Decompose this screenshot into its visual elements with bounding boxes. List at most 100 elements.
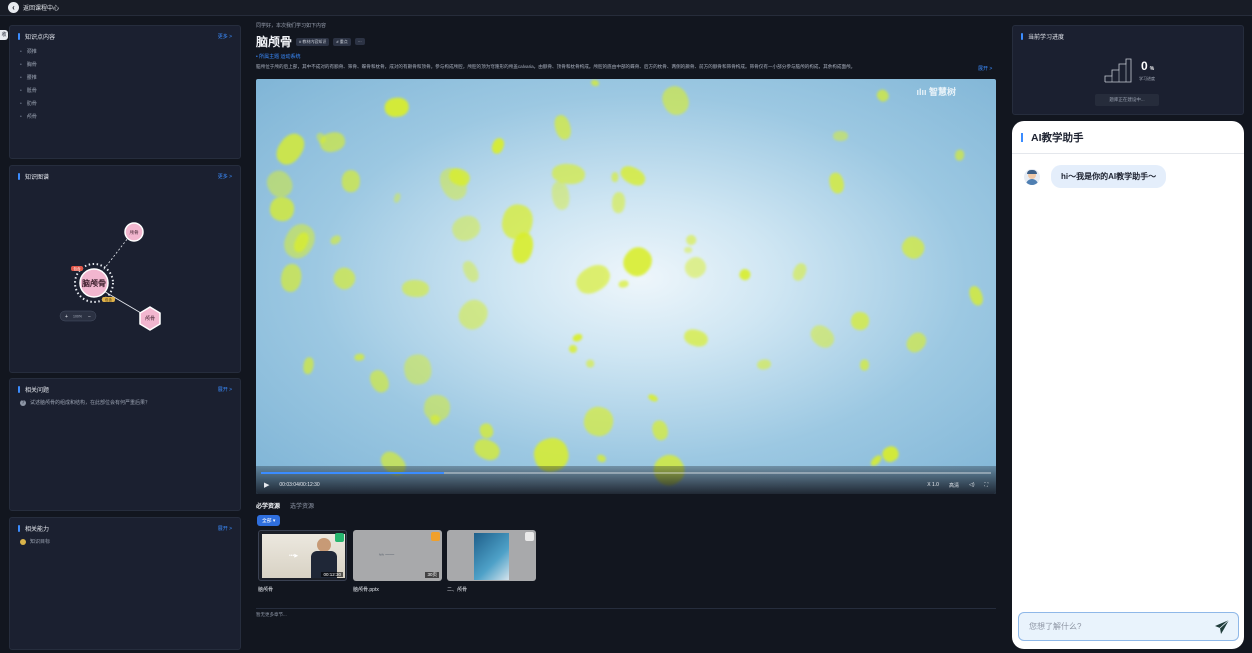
background-petal	[271, 128, 310, 170]
background-petal	[392, 191, 402, 204]
background-petal	[329, 233, 343, 247]
ability-text[interactable]: 知识目标	[30, 538, 50, 545]
background-petal	[682, 327, 710, 349]
background-petal	[341, 169, 361, 192]
more-link[interactable]: 更多 >	[218, 33, 232, 40]
ability-icon	[20, 538, 26, 545]
panel-title: 当前学习进度	[1028, 34, 1065, 41]
course-header: 同学好，本次我们学习如下内容 脑颅骨 # 教材内容知识 # 重点 ··· • 所…	[256, 22, 996, 70]
background-petal	[471, 435, 503, 463]
list-item[interactable]: 肋骨	[20, 98, 230, 111]
zoom-out-icon[interactable]: −	[88, 314, 91, 320]
background-petal	[647, 392, 660, 403]
ppt-type-icon	[431, 532, 440, 541]
background-petal	[618, 280, 629, 289]
resource-card[interactable]: •••▶ 00:12:30 脑颅骨	[258, 530, 347, 593]
background-petal	[617, 241, 657, 282]
list-item[interactable]: 骶骨	[20, 85, 230, 98]
speed-button[interactable]: X 1.0	[927, 482, 939, 488]
knowledge-graph[interactable]: 脑颅骨 颅骨 颅骨 包含 包含 + 100% −	[10, 186, 242, 366]
learning-progress-panel: 当前学习进度 0% 学习进度 题库正在建设中...	[1012, 25, 1244, 115]
background-petal	[589, 79, 600, 88]
related-ability-panel: 相关能力 展开 > 知识目标	[9, 517, 241, 650]
back-to-course-center-link[interactable]: 返回课程中心	[23, 3, 59, 12]
ai-question-input[interactable]	[1029, 622, 1209, 631]
expand-description-link[interactable]: 展开 >	[978, 65, 992, 72]
expand-link[interactable]: 展开 >	[218, 386, 232, 393]
background-petal	[568, 344, 579, 355]
video-player[interactable]: ılıı 智慧树 ▶ 00:03:04/00:12:30 X 1.0 高清 ◁)…	[256, 79, 996, 494]
question-text[interactable]: 试述脑颅骨的组成和结构，在此部位会有何严重后果？	[30, 399, 150, 406]
play-icon[interactable]: ▶	[264, 481, 269, 489]
quality-button[interactable]: 高清	[949, 482, 959, 489]
background-petal	[650, 419, 671, 443]
list-item[interactable]: 胸骨	[20, 59, 230, 72]
ppt-thumbnail: ≈≈ —— 30页	[353, 530, 442, 581]
background-petal	[875, 87, 891, 104]
assistant-avatar	[1024, 168, 1040, 185]
collapse-side-tab[interactable]: 收	[0, 30, 8, 40]
graph-tag-label: 包含	[105, 297, 112, 302]
progress-label: 学习进度	[1139, 76, 1155, 81]
background-petal	[489, 135, 507, 155]
more-tags-button[interactable]: ···	[354, 38, 365, 45]
send-icon[interactable]	[1214, 619, 1230, 635]
background-petal	[684, 233, 699, 248]
video-progress-bar[interactable]	[261, 472, 991, 474]
document-thumbnail	[447, 530, 536, 581]
video-thumbnail: •••▶ 00:12:30	[258, 530, 347, 581]
volume-icon[interactable]: ◁)	[969, 482, 975, 488]
fullscreen-icon[interactable]: ⛶	[984, 482, 988, 488]
list-item[interactable]: 腰椎	[20, 72, 230, 85]
background-petal	[680, 253, 710, 282]
resource-name: 二、颅骨	[447, 587, 468, 593]
list-item[interactable]: 颈椎	[20, 46, 230, 59]
list-item[interactable]: 颅骨	[20, 111, 230, 124]
panel-title: 相关问题	[25, 387, 50, 394]
background-petal	[452, 294, 493, 336]
background-petal	[611, 172, 619, 183]
thumbnail-graphic: ≈≈ ——	[379, 552, 395, 557]
section-marker	[18, 385, 20, 393]
background-petal	[584, 358, 595, 369]
resource-pages: 30页	[425, 572, 439, 578]
tab-required[interactable]: 必学资源	[256, 501, 280, 510]
background-petal	[267, 194, 297, 223]
tab-optional[interactable]: 选学资源	[290, 501, 314, 510]
watermark-logo: ılıı 智慧树	[916, 87, 956, 97]
background-petal	[903, 329, 930, 357]
background-petal	[552, 113, 574, 143]
question-bank-status: 题库正在建设中...	[1095, 94, 1159, 106]
progress-number: 0	[1141, 59, 1148, 73]
background-petal	[827, 171, 847, 196]
graph-node-hex-label: 颅骨	[145, 315, 155, 322]
knowledge-list: 颈椎胸骨腰椎骶骨肋骨颅骨	[10, 46, 240, 124]
section-marker	[18, 524, 20, 532]
resource-card[interactable]: 二、颅骨	[447, 530, 536, 593]
video-controls-bar	[256, 466, 996, 494]
background-petal	[880, 444, 901, 465]
background-petal	[383, 96, 410, 118]
background-petal	[617, 163, 649, 190]
panel-title: 相关能力	[25, 526, 50, 533]
question-icon: ?	[20, 399, 26, 406]
background-petal	[833, 130, 848, 141]
related-questions-panel: 相关问题 展开 > ? 试述脑颅骨的组成和结构，在此部位会有何严重后果？	[9, 378, 241, 511]
background-petal	[954, 148, 965, 162]
background-petal	[448, 211, 484, 245]
more-link[interactable]: 更多 >	[218, 173, 232, 180]
topic-link[interactable]: • 所属主题 运动系统	[256, 53, 996, 60]
knowledge-content-panel: 知识点内容 更多 > 颈椎胸骨腰椎骶骨肋骨颅骨	[9, 25, 241, 159]
resource-card[interactable]: ≈≈ —— 30页 脑颅骨.pptx	[353, 530, 442, 593]
expand-link[interactable]: 展开 >	[218, 525, 232, 532]
filter-all-button[interactable]: 全部 ▾	[257, 515, 281, 526]
graph-node-top-label: 颅骨	[130, 229, 139, 236]
progress-value: 0%	[1141, 59, 1154, 73]
background-petal	[898, 232, 928, 263]
background-petal	[353, 353, 365, 362]
back-arrow-icon[interactable]: ‹	[8, 2, 19, 13]
ai-assistant-title: AI教学助手	[1031, 131, 1084, 144]
knowledge-graph-panel: 知识图谱 更多 > 脑颅骨 颅骨 颅骨 包含 包含 + 100% −	[9, 165, 241, 373]
zoom-in-icon[interactable]: +	[65, 314, 68, 320]
background-petal	[611, 192, 627, 214]
